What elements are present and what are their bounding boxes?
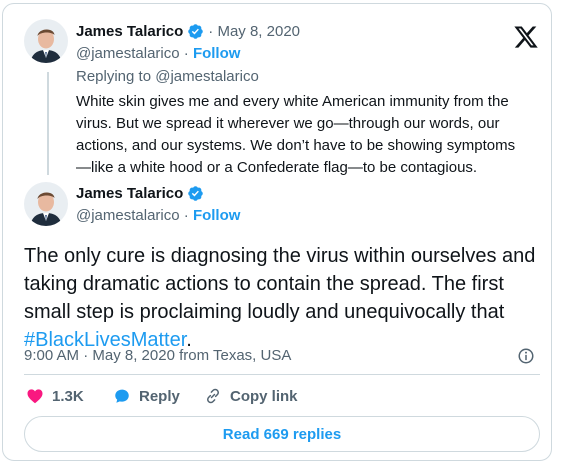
author-name-row: James Talarico: [76, 185, 204, 202]
tweet-card: James Talarico · May 8, 2020 @jamestalar…: [2, 3, 552, 461]
separator: ·: [183, 207, 193, 224]
handle-row: @jamestalarico · Follow: [76, 207, 240, 224]
info-icon[interactable]: [517, 347, 535, 365]
avatar-image: [24, 182, 68, 226]
follow-button[interactable]: Follow: [193, 207, 241, 224]
author-name[interactable]: James Talarico: [76, 23, 183, 40]
read-replies-label: Read 669 replies: [222, 425, 342, 443]
tweet-date[interactable]: · May 8, 2020: [208, 23, 300, 40]
reply-label: Reply: [139, 387, 180, 405]
link-icon: [207, 388, 219, 404]
copy-link-button[interactable]: Copy link: [204, 387, 298, 405]
verified-badge-icon: [188, 186, 204, 201]
author-name[interactable]: James Talarico: [76, 185, 183, 202]
divider: [24, 374, 540, 375]
follow-button[interactable]: Follow: [193, 45, 241, 62]
reply-button[interactable]: Reply: [113, 387, 180, 405]
reply-bubble-icon: [115, 389, 129, 403]
tweet-text: The only cure is diagnosing the virus wi…: [24, 242, 544, 354]
tweet-text-body: The only cure is diagnosing the virus wi…: [24, 245, 536, 323]
avatar-image: [24, 19, 68, 63]
replying-to[interactable]: Replying to @jamestalarico: [76, 68, 259, 85]
author-name-row: James Talarico · May 8, 2020: [76, 23, 300, 40]
thread-line: [47, 72, 49, 175]
heart-icon: [27, 389, 43, 404]
x-logo-icon[interactable]: [513, 24, 539, 50]
handle-row: @jamestalarico · Follow: [76, 45, 240, 62]
like-count: 1.3K: [52, 387, 84, 405]
read-replies-button[interactable]: Read 669 replies: [24, 416, 540, 452]
copy-link-label: Copy link: [230, 387, 298, 405]
quoted-tweet-text: White skin gives me and every white Amer…: [76, 93, 516, 176]
verified-badge-icon: [188, 24, 204, 39]
avatar[interactable]: [24, 182, 68, 226]
author-handle[interactable]: @jamestalarico: [76, 45, 180, 62]
author-handle[interactable]: @jamestalarico: [76, 207, 180, 224]
avatar[interactable]: [24, 19, 68, 63]
separator: ·: [183, 45, 193, 62]
tweet-timestamp[interactable]: 9:00 AM · May 8, 2020 from Texas, USA: [24, 347, 291, 364]
like-button[interactable]: 1.3K: [26, 387, 84, 405]
